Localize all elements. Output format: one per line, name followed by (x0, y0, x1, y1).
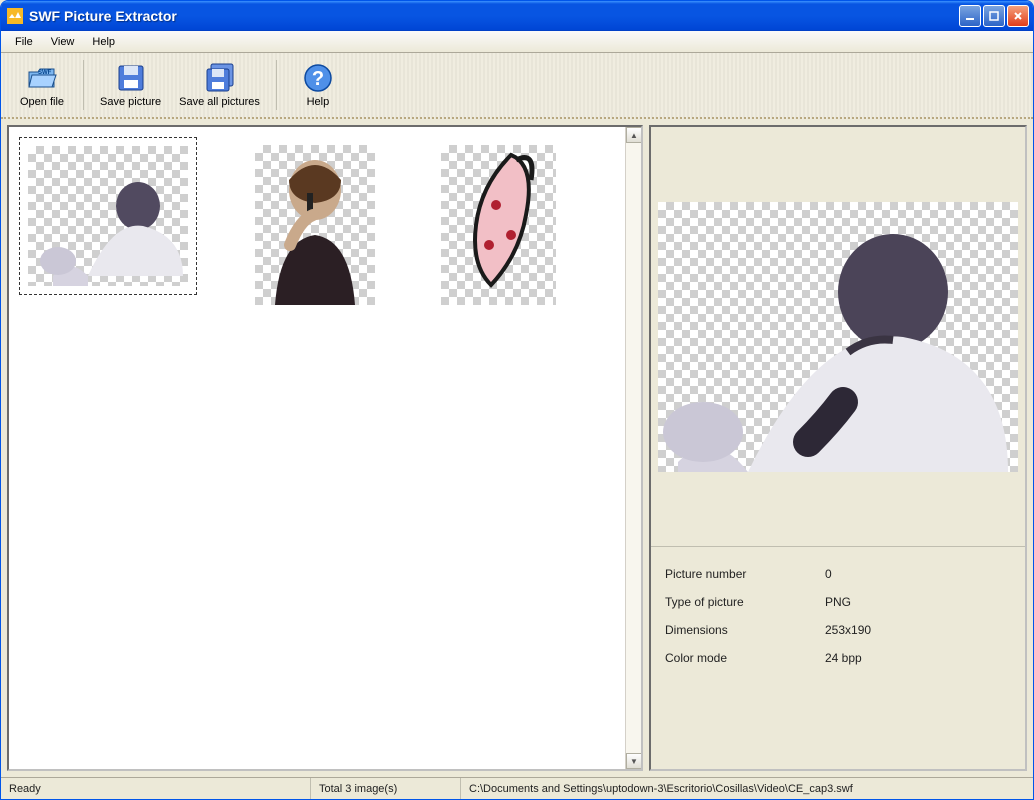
help-button[interactable]: ? Help (287, 57, 349, 113)
preview-image (658, 202, 1018, 472)
status-path: C:\Documents and Settings\uptodown-3\Esc… (461, 778, 1033, 799)
save-all-button[interactable]: Save all pictures (173, 57, 266, 113)
info-value-dim: 253x190 (825, 623, 1011, 637)
titlebar: SWF Picture Extractor (1, 1, 1033, 31)
thumbnail-panel: ▲ ▼ (7, 125, 643, 771)
thumbnail-image (28, 146, 188, 286)
vertical-scrollbar[interactable]: ▲ ▼ (625, 127, 641, 769)
svg-text:?: ? (312, 68, 324, 90)
info-value-type: PNG (825, 595, 1011, 609)
help-label: Help (307, 96, 330, 108)
picture-info: Picture number 0 Type of picture PNG Dim… (651, 547, 1025, 685)
thumbnail-image (441, 145, 556, 305)
menu-file[interactable]: File (7, 33, 41, 51)
app-icon (7, 8, 23, 24)
thumbnail-image (255, 145, 375, 305)
info-label-dim: Dimensions (665, 623, 825, 637)
statusbar: Ready Total 3 image(s) C:\Documents and … (1, 777, 1033, 799)
open-file-button[interactable]: SWF Open file (11, 57, 73, 113)
status-total: Total 3 image(s) (311, 778, 461, 799)
menubar: File View Help (1, 31, 1033, 53)
svg-text:SWF: SWF (38, 70, 52, 76)
window-title: SWF Picture Extractor (29, 8, 959, 24)
menu-view[interactable]: View (43, 33, 83, 51)
floppy-icon (115, 62, 147, 94)
content-area: ▲ ▼ (1, 119, 1033, 777)
info-value-mode: 24 bpp (825, 651, 1011, 665)
thumbnail-item[interactable] (19, 137, 197, 295)
info-label-mode: Color mode (665, 651, 825, 665)
open-label: Open file (20, 96, 64, 108)
maximize-button[interactable] (983, 5, 1005, 27)
close-button[interactable] (1007, 5, 1029, 27)
toolbar-separator (276, 60, 277, 110)
toolbar: SWF Open file Save picture Save all pict… (1, 53, 1033, 119)
info-value-number: 0 (825, 567, 1011, 581)
menu-help[interactable]: Help (84, 33, 123, 51)
thumbnail-item[interactable] (247, 137, 383, 313)
floppy-multi-icon (204, 62, 236, 94)
folder-icon: SWF (26, 62, 58, 94)
minimize-button[interactable] (959, 5, 981, 27)
thumbnail-item[interactable] (433, 137, 564, 313)
toolbar-separator (83, 60, 84, 110)
scroll-track[interactable] (626, 143, 641, 753)
help-icon: ? (302, 62, 334, 94)
status-ready: Ready (1, 778, 311, 799)
window-controls (959, 5, 1029, 27)
save-all-label: Save all pictures (179, 96, 260, 108)
preview-panel: Picture number 0 Type of picture PNG Dim… (649, 125, 1027, 771)
save-label: Save picture (100, 96, 161, 108)
info-label-number: Picture number (665, 567, 825, 581)
app-window: SWF Picture Extractor File View Help SWF (0, 0, 1034, 800)
preview-image-box (651, 127, 1025, 547)
scroll-up-icon[interactable]: ▲ (626, 127, 642, 143)
save-picture-button[interactable]: Save picture (94, 57, 167, 113)
scroll-down-icon[interactable]: ▼ (626, 753, 642, 769)
info-label-type: Type of picture (665, 595, 825, 609)
